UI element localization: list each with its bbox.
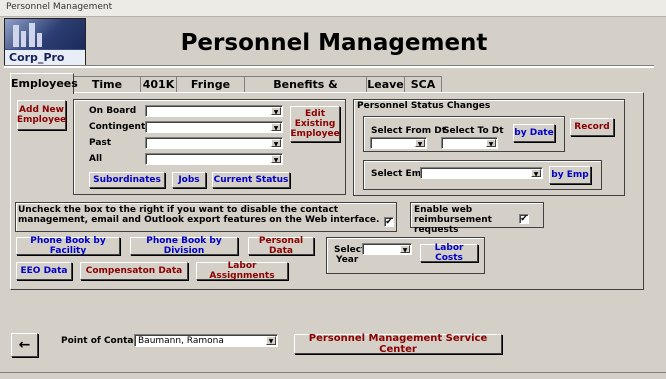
by-emp-button[interactable]: by Emp [549, 166, 591, 184]
reimbursement-option-text: Enable web reimbursement requests [414, 205, 492, 235]
tab-employees[interactable]: Employees [10, 73, 78, 94]
select-year-label: Select [334, 245, 366, 255]
on-board-select[interactable]: ▼ [145, 105, 283, 117]
arrow-left-icon: ← [18, 337, 31, 353]
add-new-employee-button[interactable]: Add New Employee [17, 100, 66, 130]
tab-time-sheets[interactable]: Time Sheets [73, 76, 141, 106]
corp-pro-logo: Corp_Pro [4, 18, 86, 66]
page-title: Personnel Management [180, 30, 488, 56]
window-titlebar: Personnel Management [0, 0, 666, 17]
filter-label-past: Past [89, 138, 112, 148]
personal-data-button[interactable]: Personal Data [248, 236, 314, 256]
tab-benefits-withholdings[interactable]: Benefits & Withholdings [244, 76, 367, 106]
chevron-down-icon[interactable]: ▼ [486, 139, 496, 148]
logo-building-icon [21, 31, 26, 47]
by-date-button[interactable]: by Date [513, 124, 555, 142]
filter-label-contingent: Contingent [89, 122, 146, 132]
chevron-down-icon[interactable]: ▼ [271, 139, 281, 148]
logo-text-bold: Pro [43, 51, 65, 64]
phone-book-by-facility-button[interactable]: Phone Book by Facility [16, 236, 120, 256]
year-select[interactable]: ▼ [362, 243, 412, 255]
logo-building-icon [29, 23, 35, 47]
chevron-down-icon[interactable]: ▼ [531, 169, 541, 178]
tab-fringe-costs[interactable]: Fringe Costs [176, 76, 245, 106]
service-center-button[interactable]: Personnel Management Service Center [294, 333, 502, 355]
filter-label-all: All [89, 154, 103, 164]
employee-select[interactable]: ▼ [420, 167, 543, 179]
chevron-down-icon[interactable]: ▼ [266, 336, 276, 345]
tab-401k[interactable]: 401K [140, 76, 177, 92]
filter-label-on-board: On Board [89, 106, 137, 116]
all-select[interactable]: ▼ [145, 153, 283, 165]
point-of-contact-label: Point of Contact [61, 336, 144, 346]
chevron-down-icon[interactable]: ▼ [271, 107, 281, 116]
past-select[interactable]: ▼ [145, 137, 283, 149]
logo-building-icon [37, 33, 42, 47]
web-contact-option-text: Uncheck the box to the right if you want… [18, 205, 380, 225]
eeo-data-button[interactable]: EEO Data [16, 262, 72, 280]
status-changes-title: Personnel Status Changes [357, 101, 491, 111]
contingent-select[interactable]: ▼ [145, 121, 283, 133]
logo-building-icon [13, 25, 19, 47]
labor-costs-button[interactable]: Labor Costs [420, 243, 478, 263]
phone-book-by-division-button[interactable]: Phone Book by Division [130, 236, 238, 256]
web-contact-checkbox[interactable]: ✔ [384, 217, 394, 227]
labor-assignments-button[interactable]: Labor Assignments [196, 261, 288, 281]
year-label: Year [336, 255, 359, 265]
to-date-select[interactable]: ▼ [441, 137, 498, 149]
select-from-dt-label: Select From Dt [371, 126, 447, 136]
select-to-dt-label: Select To Dt [443, 126, 504, 136]
header-divider [4, 65, 654, 68]
from-date-select[interactable]: ▼ [370, 137, 427, 149]
reimbursement-checkbox[interactable]: ✔ [519, 214, 529, 224]
subordinates-button[interactable]: Subordinates [89, 172, 165, 188]
jobs-button[interactable]: Jobs [172, 172, 206, 188]
chevron-down-icon[interactable]: ▼ [415, 139, 425, 148]
window-title: Personnel Management [6, 2, 113, 12]
edit-existing-employee-button[interactable]: Edit Existing Employee [290, 106, 340, 142]
compensation-data-button[interactable]: Compensaton Data [80, 262, 188, 280]
tab-leave[interactable]: Leave [366, 76, 405, 92]
chevron-down-icon[interactable]: ▼ [400, 245, 410, 254]
record-button[interactable]: Record [570, 118, 614, 136]
current-status-button[interactable]: Current Status [212, 172, 290, 188]
point-of-contact-value: Baumann, Ramona [138, 336, 224, 346]
chevron-down-icon[interactable]: ▼ [271, 155, 281, 164]
chevron-down-icon[interactable]: ▼ [271, 123, 281, 132]
point-of-contact-select[interactable]: Baumann, Ramona ▼ [134, 334, 278, 347]
tab-sca[interactable]: SCA [404, 76, 442, 92]
logo-text: Corp_Pro [5, 50, 85, 65]
back-button[interactable]: ← [11, 333, 38, 357]
logo-text-prefix: Corp_ [9, 51, 44, 64]
